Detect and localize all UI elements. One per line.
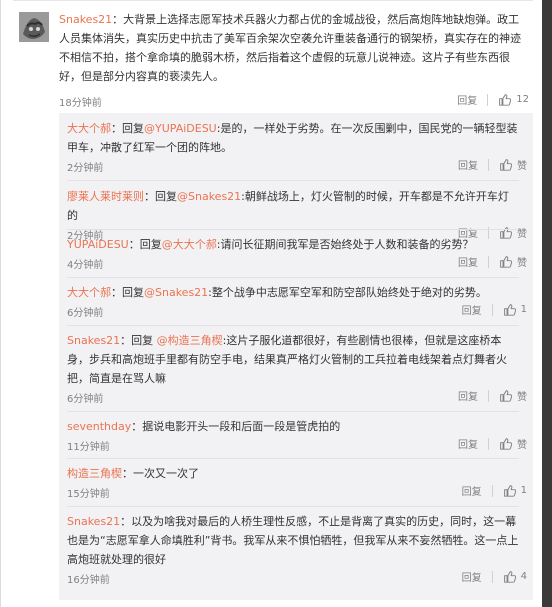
like-button[interactable]: 12 bbox=[498, 93, 529, 106]
reply-username[interactable]: 构造三角楔 bbox=[67, 467, 122, 480]
reply-button[interactable]: 回复 bbox=[458, 157, 488, 172]
reply-content: :整个战争中志愿军空军和防空部队始终处于绝对的劣势。 bbox=[208, 286, 487, 299]
reply-button[interactable]: 回复 bbox=[462, 569, 492, 584]
reply-mention[interactable]: @大大个郝 bbox=[162, 238, 217, 251]
reply-time: 16分钟前 bbox=[67, 575, 110, 586]
comment-time: 18分钟前 bbox=[59, 98, 102, 109]
thumbs-up-icon bbox=[500, 438, 512, 450]
reply-username[interactable]: 大大个郝 bbox=[67, 122, 111, 135]
reply-username[interactable]: Snakes21 bbox=[67, 515, 120, 528]
thumbs-up-icon bbox=[499, 94, 512, 106]
reply-content: :请问长征期间我军是否始终处于人数和装备的劣势？ bbox=[216, 238, 474, 251]
like-count: 赞 bbox=[517, 392, 527, 403]
action-divider bbox=[491, 303, 493, 316]
action-divider bbox=[488, 255, 489, 268]
divider bbox=[67, 458, 519, 459]
comment-panel: Snakes21：大背景上选择志愿军技术兵器火力都占优的金城战役，然后高炮阵地缺… bbox=[0, 0, 542, 607]
scrollbar[interactable] bbox=[542, 0, 552, 607]
reply-item: 大大个郝：回复@Snakes21:整个战争中志愿军空军和防空部队始终处于绝对的劣… bbox=[67, 283, 527, 320]
like-count: 1 bbox=[520, 485, 527, 496]
divider bbox=[67, 277, 519, 278]
reply-item: seventhday：据说电影开头一段和后面一段是管虎拍的 11分钟前 回复 赞 bbox=[67, 417, 527, 454]
like-button[interactable]: 赞 bbox=[499, 157, 527, 172]
like-count: 赞 bbox=[517, 258, 527, 269]
reply-username[interactable]: 廖莱人莱时莱则 bbox=[67, 190, 144, 203]
comment-meta: 18分钟前 回复 12 bbox=[59, 92, 529, 110]
reply-username[interactable]: Snakes21 bbox=[67, 334, 120, 347]
comment-text: Snakes21：大背景上选择志愿军技术兵器火力都占优的金城战役，然后高炮阵地缺… bbox=[59, 10, 529, 86]
comment-content: 大背景上选择志愿军技术兵器火力都占优的金城战役，然后高炮阵地缺炮弹。政工人员集体… bbox=[59, 13, 521, 83]
like-button[interactable]: 1 bbox=[503, 303, 527, 316]
reply-time: 6分钟前 bbox=[67, 394, 104, 405]
reply-item: 构造三角楔：一次又一次了 15分钟前 回复 1 bbox=[67, 464, 527, 501]
reply-item: Snakes21：以及为啥我对最后的人桥生理性反感，不止是背离了真实的历史，同时… bbox=[67, 512, 527, 587]
comment-username[interactable]: Snakes21 bbox=[59, 13, 112, 26]
reply-mention[interactable]: @构造三角楔 bbox=[157, 334, 223, 347]
like-count: 12 bbox=[516, 94, 529, 105]
like-button[interactable]: 赞 bbox=[499, 254, 527, 269]
like-button[interactable]: 1 bbox=[503, 484, 527, 497]
next-item-peek bbox=[59, 600, 533, 607]
divider bbox=[13, 0, 533, 1]
reply-prefix: ： bbox=[122, 467, 133, 480]
reply-prefix: ：回复 bbox=[111, 122, 144, 135]
thumbs-up-icon bbox=[503, 485, 516, 497]
action-divider bbox=[488, 389, 489, 402]
reply-button[interactable]: 回复 bbox=[458, 436, 488, 451]
action-divider bbox=[491, 484, 493, 497]
like-count: 赞 bbox=[517, 161, 527, 172]
reply-prefix: ：回复 bbox=[128, 238, 162, 251]
reply-mention[interactable]: @YUPAiDESU bbox=[144, 122, 217, 135]
reply-prefix: ：回复 bbox=[111, 286, 144, 299]
reply-mention[interactable]: @Snakes21 bbox=[177, 190, 241, 203]
reply-button[interactable]: 回复 bbox=[458, 388, 488, 403]
reply-time: 4分钟前 bbox=[67, 260, 104, 271]
reply-time: 15分钟前 bbox=[67, 489, 110, 500]
thumbs-up-icon bbox=[500, 159, 512, 171]
divider bbox=[67, 325, 519, 326]
reply-mention[interactable]: @Snakes21 bbox=[144, 286, 208, 299]
reply-button[interactable]: 回复 bbox=[458, 254, 488, 269]
like-count: 1 bbox=[520, 304, 527, 315]
like-count: 4 bbox=[520, 571, 527, 582]
thumbs-up-icon bbox=[500, 390, 512, 402]
like-count: 赞 bbox=[517, 440, 527, 451]
reply-prefix: ：回复 bbox=[120, 334, 157, 347]
thumbs-up-icon bbox=[503, 571, 516, 583]
divider bbox=[67, 411, 519, 412]
reply-time: 2分钟前 bbox=[67, 163, 104, 174]
reply-prefix: ： bbox=[131, 420, 143, 433]
comment-separator: ： bbox=[112, 13, 124, 26]
reply-username[interactable]: YUPAiDESU bbox=[67, 238, 129, 251]
action-divider bbox=[487, 93, 489, 106]
reply-time: 11分钟前 bbox=[67, 442, 110, 453]
reply-item: Snakes21：回复 @构造三角楔:这片子服化道都很好，有些剧情也很棒，但就是… bbox=[67, 331, 527, 406]
reply-button[interactable]: 回复 bbox=[462, 483, 492, 498]
reply-username[interactable]: 大大个郝 bbox=[67, 286, 111, 299]
reply-content: 以及为啥我对最后的人桥生理性反感，不止是背离了真实的历史，同时，这一幕也是为“志… bbox=[67, 515, 519, 566]
like-button[interactable]: 4 bbox=[503, 570, 527, 583]
reply-time: 6分钟前 bbox=[67, 308, 104, 319]
like-button[interactable]: 赞 bbox=[499, 388, 527, 403]
reply-item: 大大个郝：回复@YUPAiDESU:是的，一样处于劣势。在一次反围剿中，国民党的… bbox=[67, 119, 527, 175]
reply-item: YUPAiDESU：回复@大大个郝:请问长征期间我军是否始终处于人数和装备的劣势… bbox=[67, 235, 527, 272]
action-divider bbox=[491, 570, 493, 583]
like-button[interactable]: 赞 bbox=[499, 436, 527, 451]
thumbs-up-icon bbox=[503, 304, 516, 316]
divider bbox=[67, 506, 519, 507]
reply-prefix: ： bbox=[120, 515, 132, 528]
reply-content: 据说电影开头一段和后面一段是管虎拍的 bbox=[142, 420, 341, 433]
reply-list: 大大个郝：回复@YUPAiDESU:是的，一样处于劣势。在一次反围剿中，国民党的… bbox=[59, 113, 533, 607]
reply-button[interactable]: 回复 bbox=[462, 302, 492, 317]
divider bbox=[67, 229, 519, 230]
reply-prefix: ：回复 bbox=[144, 190, 177, 203]
reply-button[interactable]: 回复 bbox=[457, 92, 487, 107]
reply-content: 一次又一次了 bbox=[133, 467, 199, 480]
divider bbox=[67, 180, 519, 181]
thumbs-up-icon bbox=[500, 256, 512, 268]
avatar[interactable] bbox=[19, 12, 49, 42]
action-divider bbox=[488, 158, 489, 171]
reply-username[interactable]: seventhday bbox=[67, 420, 131, 433]
action-divider bbox=[488, 437, 489, 450]
